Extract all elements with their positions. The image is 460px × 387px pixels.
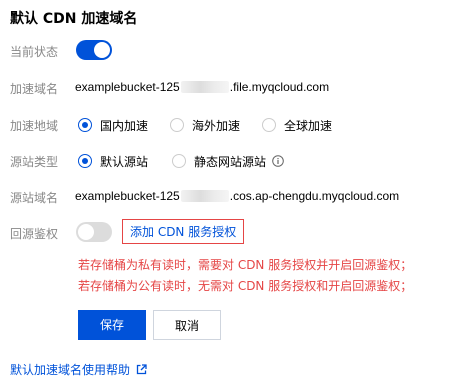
origin-type-radio-default[interactable]: 默认源站 — [78, 153, 148, 169]
origin-auth-toggle[interactable] — [76, 222, 112, 242]
toggle-knob — [78, 224, 94, 240]
info-icon[interactable] — [272, 155, 284, 167]
region-radio-domestic[interactable]: 国内加速 — [78, 117, 148, 133]
radio-circle — [262, 118, 276, 132]
origin-suffix: .cos.ap-chengdu.myqcloud.com — [229, 189, 400, 203]
cancel-button[interactable]: 取消 — [153, 310, 221, 340]
section-title: 默认 CDN 加速域名 — [10, 11, 138, 27]
domain-prefix: examplebucket-125 — [75, 80, 180, 94]
origin-auth-label: 回源鉴权 — [10, 227, 59, 241]
help-link-label: 默认加速域名使用帮助 — [10, 363, 131, 377]
region-radio-overseas[interactable]: 海外加速 — [170, 117, 240, 133]
redacted-mask — [180, 189, 229, 202]
accelerated-domain-row: 加速域名 examplebucket-125 .file.myqcloud.com — [0, 77, 460, 99]
radio-circle — [78, 118, 92, 132]
current-status-label: 当前状态 — [10, 45, 59, 59]
radio-label: 海外加速 — [192, 118, 241, 133]
add-cdn-authorization-link[interactable]: 添加 CDN 服务授权 — [122, 219, 245, 244]
origin-type-radio-static-website[interactable]: 静态网站源站 — [172, 153, 284, 169]
radio-circle — [170, 118, 184, 132]
region-row: 加速地域 国内加速 海外加速 全球加速 — [0, 114, 460, 136]
region-label: 加速地域 — [10, 119, 59, 133]
radio-label: 静态网站源站 — [194, 154, 267, 169]
origin-prefix: examplebucket-125 — [75, 189, 180, 203]
region-radio-global[interactable]: 全球加速 — [262, 117, 332, 133]
origin-domain-label: 源站域名 — [10, 191, 59, 205]
radio-label: 全球加速 — [284, 118, 333, 133]
radio-label: 国内加速 — [100, 118, 149, 133]
origin-type-row: 源站类型 默认源站 静态网站源站 — [0, 150, 460, 172]
current-status-toggle[interactable] — [76, 40, 112, 60]
accelerated-domain-label: 加速域名 — [10, 82, 59, 96]
origin-domain-row: 源站域名 examplebucket-125 .cos.ap-chengdu.my… — [0, 186, 460, 208]
external-link-icon — [136, 364, 147, 375]
radio-circle — [172, 154, 186, 168]
domain-suffix: .file.myqcloud.com — [229, 80, 330, 94]
origin-type-label: 源站类型 — [10, 155, 59, 169]
toggle-knob — [94, 42, 110, 58]
warning-public-read: 若存储桶为公有读时，无需对 CDN 服务授权和开启回源鉴权； — [78, 279, 413, 293]
origin-domain-value: examplebucket-125 .cos.ap-chengdu.myqclou… — [75, 189, 399, 203]
save-button[interactable]: 保存 — [78, 310, 146, 340]
help-link[interactable]: 默认加速域名使用帮助 — [10, 361, 147, 378]
radio-label: 默认源站 — [100, 154, 149, 169]
radio-circle — [78, 154, 92, 168]
accelerated-domain-value: examplebucket-125 .file.myqcloud.com — [75, 80, 329, 94]
current-status-row: 当前状态 — [0, 40, 460, 62]
warning-private-read: 若存储桶为私有读时，需要对 CDN 服务授权并开启回源鉴权； — [78, 258, 413, 272]
redacted-mask — [180, 80, 229, 93]
